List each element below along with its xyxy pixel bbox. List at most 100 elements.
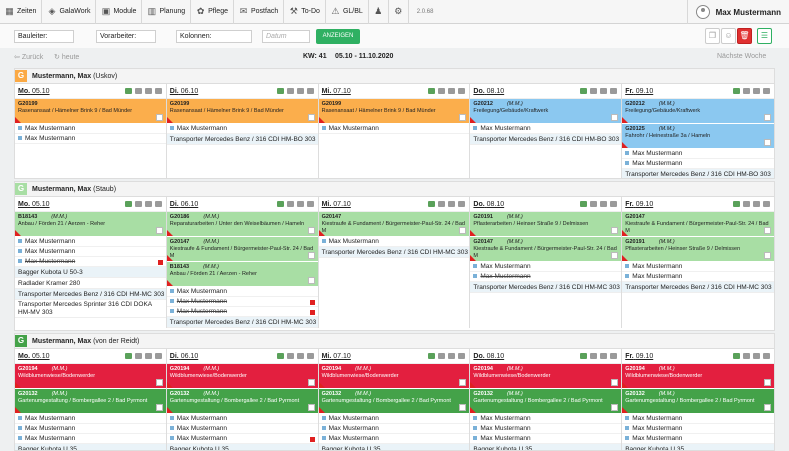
- job-checkbox[interactable]: [155, 379, 163, 386]
- comment-icon[interactable]: [286, 353, 294, 359]
- nav-item-pflege[interactable]: ✿ Pflege: [191, 0, 234, 24]
- day-link[interactable]: Mi. 07.10: [322, 201, 351, 208]
- nav-item-module[interactable]: ▣ Module: [96, 0, 143, 24]
- add-icon[interactable]: [428, 201, 436, 207]
- job-checkbox[interactable]: [763, 227, 771, 234]
- worker-item[interactable]: Max Mustermann: [166, 414, 318, 424]
- group-icon[interactable]: [296, 88, 304, 94]
- worker-item[interactable]: Max Mustermann: [470, 262, 622, 272]
- today-link[interactable]: ↻ heute: [54, 53, 79, 61]
- day-link[interactable]: Fr. 09.10: [625, 353, 653, 360]
- day-link[interactable]: Mo. 05.10: [18, 88, 50, 95]
- vehicle-item[interactable]: Bagger Kubota U 50-3: [15, 267, 166, 278]
- copy-button[interactable]: ❐: [705, 28, 720, 44]
- comment-icon[interactable]: [742, 201, 750, 207]
- copy-icon[interactable]: [306, 353, 314, 359]
- worker-item[interactable]: Max Mustermann: [166, 424, 318, 434]
- nav-item-gear[interactable]: ⚙: [389, 0, 409, 24]
- copy-icon[interactable]: [306, 201, 314, 207]
- add-icon[interactable]: [124, 88, 132, 94]
- group-icon[interactable]: [600, 353, 608, 359]
- job-card[interactable]: G20132 (M.M.) Gartenumgestaltung / Bomberg…: [318, 389, 470, 414]
- comment-icon[interactable]: [286, 201, 294, 207]
- worker-item[interactable]: Max Mustermann: [15, 247, 166, 257]
- copy-icon[interactable]: [154, 201, 162, 207]
- job-checkbox[interactable]: [459, 114, 467, 121]
- worker-item[interactable]: Max Mustermann: [15, 434, 166, 444]
- job-checkbox[interactable]: [307, 379, 315, 386]
- comment-icon[interactable]: [742, 353, 750, 359]
- nav-item-planung[interactable]: ▥ Planung: [142, 0, 192, 24]
- job-checkbox[interactable]: [307, 252, 315, 259]
- worker-item[interactable]: Max Mustermann: [166, 287, 318, 297]
- group-icon[interactable]: [600, 201, 608, 207]
- datum-field[interactable]: Datum: [262, 30, 310, 43]
- job-checkbox[interactable]: [155, 404, 163, 411]
- worker-item[interactable]: Max Mustermann: [470, 434, 622, 444]
- group-icon[interactable]: [144, 88, 152, 94]
- job-checkbox[interactable]: [763, 252, 771, 259]
- worker-item[interactable]: Max Mustermann: [470, 424, 622, 434]
- menu-button[interactable]: ☰: [757, 28, 772, 44]
- group-icon[interactable]: [144, 353, 152, 359]
- day-link[interactable]: Do. 08.10: [473, 88, 504, 95]
- comment-icon[interactable]: [134, 88, 142, 94]
- job-checkbox[interactable]: [611, 404, 619, 411]
- nav-item-to-do[interactable]: ⚒ To-Do: [284, 0, 326, 24]
- job-card[interactable]: G20186 (M.M.) Reparaturarbeiten / Unter de…: [166, 212, 318, 237]
- group-icon[interactable]: [296, 201, 304, 207]
- copy-icon[interactable]: [306, 88, 314, 94]
- group-icon[interactable]: [448, 201, 456, 207]
- worker-item[interactable]: Max Mustermann: [318, 124, 470, 134]
- worker-item[interactable]: Max Mustermann: [470, 414, 622, 424]
- add-icon[interactable]: [732, 353, 740, 359]
- day-link[interactable]: Mi. 07.10: [322, 88, 351, 95]
- nav-item-person[interactable]: ♟: [369, 0, 389, 24]
- vehicle-item[interactable]: Transporter Mercedes Benz / 316 CDI HM-M…: [15, 289, 166, 300]
- bauleiter-field[interactable]: Bauleiter:: [14, 30, 74, 43]
- job-card[interactable]: G20199 Rasenansaat / Hämelner Brink 9 / B…: [318, 99, 470, 124]
- worker-item[interactable]: Max Mustermann: [318, 414, 470, 424]
- comment-icon[interactable]: [438, 201, 446, 207]
- group-icon[interactable]: [144, 201, 152, 207]
- vehicle-item[interactable]: Transporter Mercedes Benz / 316 CDI HM-B…: [470, 134, 622, 145]
- day-link[interactable]: Do. 08.10: [473, 201, 504, 208]
- copy-icon[interactable]: [458, 201, 466, 207]
- worker-item[interactable]: Max Mustermann: [15, 257, 166, 267]
- group-icon[interactable]: [752, 88, 760, 94]
- day-link[interactable]: Fr. 09.10: [625, 201, 653, 208]
- comment-icon[interactable]: [134, 353, 142, 359]
- day-link[interactable]: Do. 08.10: [473, 353, 504, 360]
- worker-item[interactable]: Max Mustermann: [318, 424, 470, 434]
- worker-item[interactable]: Max Mustermann: [622, 434, 774, 444]
- vehicle-item[interactable]: Transporter Mercedes Sprinter 316 CDI DO…: [15, 300, 166, 318]
- copy-icon[interactable]: [154, 88, 162, 94]
- job-card[interactable]: G20194 (M.M.) Wildblumenwiese/Bodenwerder: [166, 364, 318, 389]
- copy-icon[interactable]: [610, 353, 618, 359]
- vehicle-item[interactable]: Transporter Mercedes Benz / 316 CDI HM-B…: [166, 134, 318, 145]
- add-icon[interactable]: [428, 353, 436, 359]
- job-checkbox[interactable]: [763, 404, 771, 411]
- day-link[interactable]: Fr. 09.10: [625, 88, 653, 95]
- kolonnen-field[interactable]: Kolonnen:: [176, 30, 252, 43]
- copy-icon[interactable]: [458, 88, 466, 94]
- job-card[interactable]: G20147 Kiestraufe & Fundament / Bürgermei…: [318, 212, 470, 237]
- job-checkbox[interactable]: [611, 379, 619, 386]
- job-checkbox[interactable]: [611, 114, 619, 121]
- worker-item[interactable]: Max Mustermann: [622, 272, 774, 282]
- day-link[interactable]: Di. 06.10: [170, 353, 198, 360]
- add-icon[interactable]: [580, 353, 588, 359]
- job-checkbox[interactable]: [307, 404, 315, 411]
- vehicle-item[interactable]: Transporter Mercedes Benz / 316 CDI HM-B…: [622, 169, 774, 178]
- day-link[interactable]: Di. 06.10: [170, 88, 198, 95]
- copy-icon[interactable]: [762, 88, 770, 94]
- group-icon[interactable]: [752, 201, 760, 207]
- job-card[interactable]: G20194 (M.M.) Wildblumenwiese/Bodenwerder: [318, 364, 470, 389]
- job-card[interactable]: G20132 (M.M.) Gartenumgestaltung / Bomberg…: [166, 389, 318, 414]
- job-card[interactable]: G20147 Kiestraufe & Fundament / Bürgermei…: [622, 212, 774, 237]
- show-button[interactable]: ANZEIGEN: [316, 29, 360, 44]
- group-icon[interactable]: [752, 353, 760, 359]
- worker-item[interactable]: Max Mustermann: [470, 124, 622, 134]
- group-icon[interactable]: [600, 88, 608, 94]
- job-checkbox[interactable]: [155, 114, 163, 121]
